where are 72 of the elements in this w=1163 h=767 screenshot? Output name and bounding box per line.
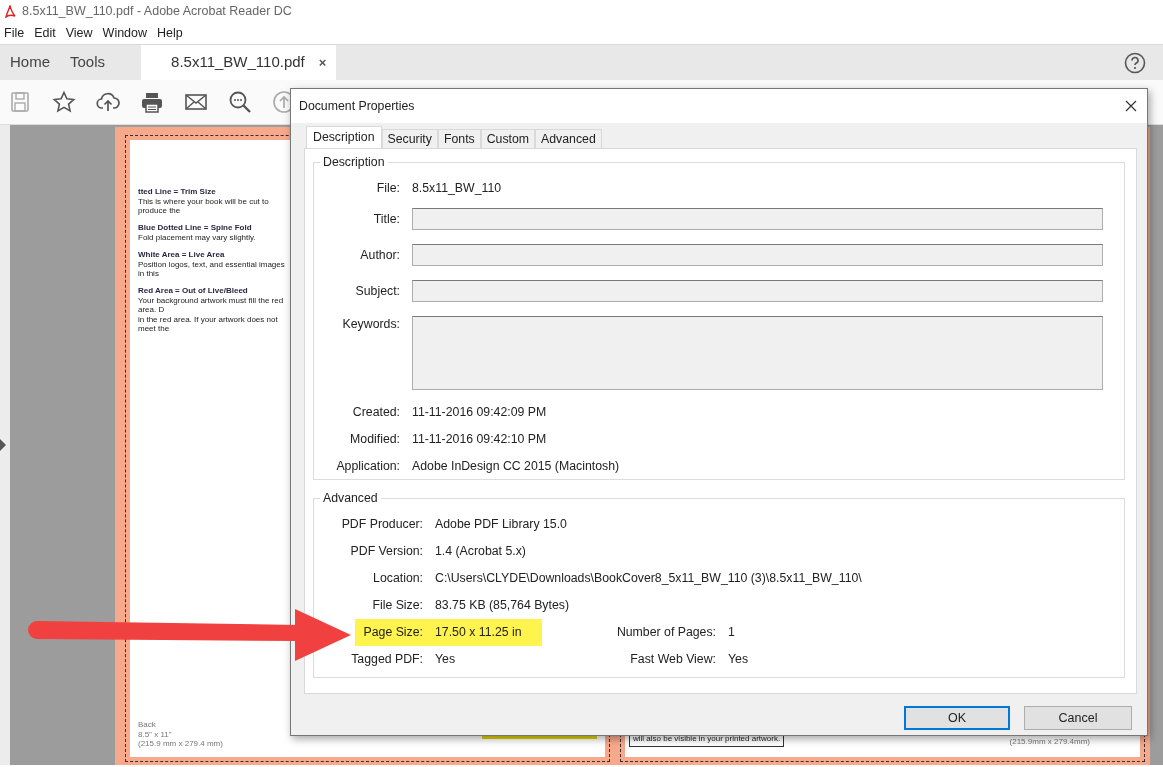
menu-item[interactable]: File	[0, 23, 31, 43]
note-heading: Blue Dotted Line = Spine Fold	[138, 224, 252, 233]
field-label: File Size:	[371, 596, 423, 614]
star-icon[interactable]	[52, 90, 76, 114]
field-label: Created:	[351, 403, 400, 421]
size-label: 8.5" x 11"	[138, 729, 173, 740]
field-value: Yes	[435, 650, 456, 668]
field-label: File:	[375, 179, 400, 197]
field-value: 11-11-2016 09:42:09 PM	[412, 403, 547, 421]
field-value: 1	[728, 623, 735, 641]
dialog-tab[interactable]: Custom	[480, 129, 536, 148]
group-title: Advanced	[322, 492, 379, 505]
field-value: 1.4 (Acrobat 5.x)	[435, 542, 526, 560]
menu-item[interactable]: Window	[98, 23, 154, 43]
note-text: This is where your book will be cut to produce the	[138, 196, 270, 216]
input-field[interactable]	[412, 280, 1103, 303]
input-field[interactable]	[412, 316, 1103, 391]
input-field[interactable]	[412, 208, 1103, 231]
note-text: Fold placement may vary slightly.	[138, 232, 256, 243]
close-icon[interactable]	[1125, 100, 1137, 112]
search-icon[interactable]	[228, 90, 252, 114]
field-value: Yes	[728, 650, 749, 668]
dialog-tab[interactable]: Security	[381, 129, 438, 148]
window-title: 8.5x11_BW_110.pdf - Adobe Acrobat Reader DC	[22, 2, 292, 20]
input-field[interactable]	[412, 244, 1103, 267]
cancel-button[interactable]: Cancel	[1024, 706, 1132, 730]
field-value: 8.5x11_BW_110	[412, 179, 502, 197]
menu-item[interactable]: View	[61, 23, 99, 43]
cloud-upload-icon[interactable]	[96, 90, 120, 114]
field-label: Number of Pages:	[615, 623, 716, 641]
field-label: Author:	[359, 247, 400, 265]
field-value: 83.75 KB (85,764 Bytes)	[435, 596, 569, 614]
field-label: Fast Web View:	[629, 650, 716, 668]
document-tab[interactable]: 8.5x11_BW_110.pdf ×	[141, 45, 337, 80]
note-heading: White Area = Live Area	[138, 251, 225, 260]
nav-tab[interactable]: Home	[0, 45, 60, 80]
note-heading: tted Line = Trim Size	[138, 188, 216, 197]
note-text: Position logos, text, and essential images in this	[138, 259, 286, 279]
menu-item[interactable]: Edit	[30, 23, 62, 43]
field-value: Adobe InDesign CC 2015 (Macintosh)	[412, 457, 620, 475]
menu-item[interactable]: Help	[153, 23, 189, 43]
field-label: PDF Producer:	[340, 515, 423, 533]
field-label: Tagged PDF:	[350, 650, 423, 668]
ok-button[interactable]: OK	[904, 706, 1010, 730]
field-label: Keywords:	[341, 316, 400, 334]
size-label: (215.9 mm x 279.4 mm)	[138, 739, 223, 749]
dialog-tab[interactable]: Advanced	[535, 129, 602, 148]
note-heading: Red Area = Out of Live/Bleed	[138, 287, 248, 297]
field-value: 17.50 x 11.25 in	[435, 623, 522, 641]
field-label: PDF Version:	[349, 542, 423, 560]
note-text: in the red area. If your artwork does not meet the	[138, 314, 279, 333]
expand-icon[interactable]	[0, 439, 6, 451]
field-label: Application:	[335, 457, 400, 475]
size-label: (215.9mm x 279.4mm)	[1009, 737, 1090, 747]
dialog-title: Document Properties	[299, 97, 415, 115]
printer-icon[interactable]	[140, 90, 164, 114]
nav-tab[interactable]: Tools	[60, 45, 116, 80]
field-label: Location:	[372, 569, 423, 587]
field-value: 11-11-2016 09:42:10 PM	[412, 430, 547, 448]
dialog-tab[interactable]: Description	[306, 126, 382, 148]
field-value: Adobe PDF Library 15.0	[435, 515, 567, 533]
field-label: Modified:	[349, 430, 400, 448]
help-icon[interactable]	[1124, 51, 1146, 74]
group-title: Description	[322, 156, 386, 169]
app-logo-icon	[4, 4, 16, 18]
field-label: Page Size:	[362, 623, 423, 641]
size-label: Back	[138, 720, 157, 730]
close-icon[interactable]: ×	[318, 52, 327, 73]
field-value: C:\Users\CLYDE\Downloads\BookCover8_5x11_BW_110 (3)\8.5x11_BW_110\	[435, 569, 862, 587]
field-label: Subject:	[354, 283, 400, 301]
field-label: Title:	[372, 211, 400, 229]
dialog-tab[interactable]: Fonts	[437, 129, 481, 148]
